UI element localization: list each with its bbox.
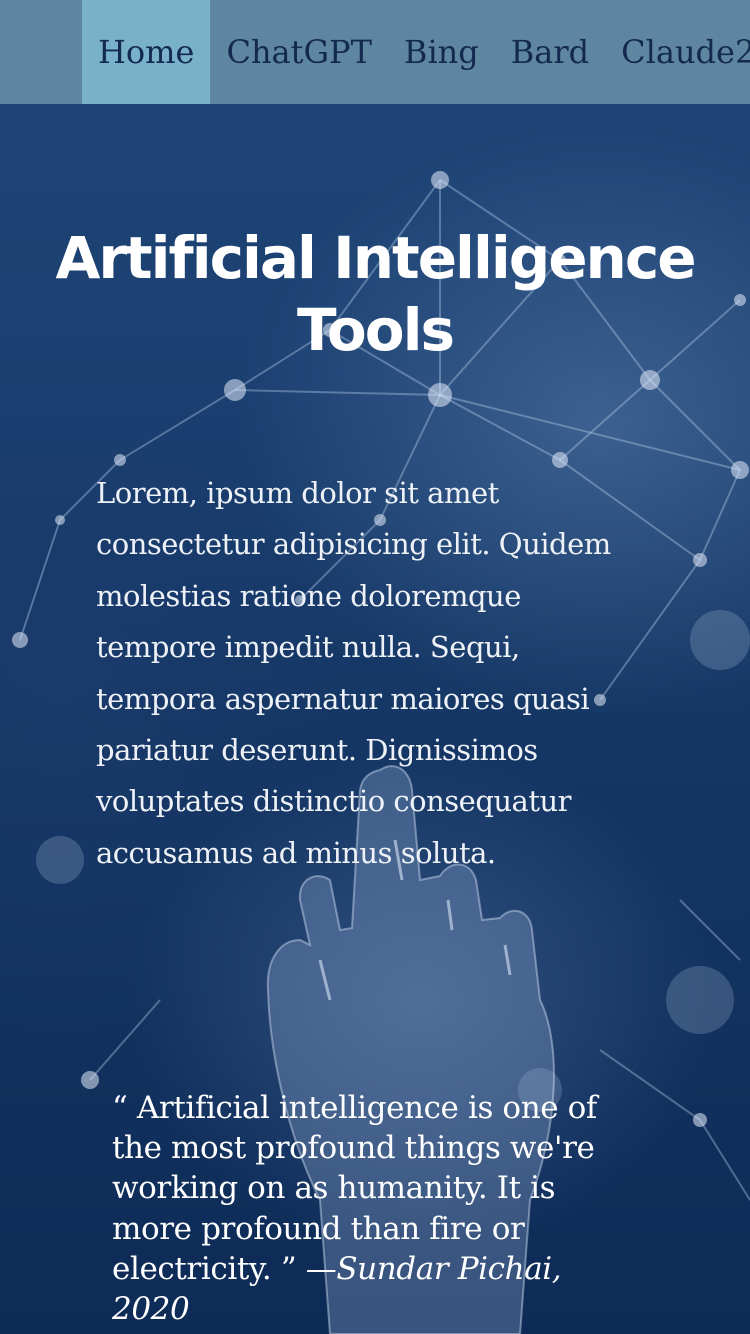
nav-item-bard[interactable]: Bard [495,0,605,104]
quote-close-mark: ” [280,1250,297,1287]
top-navigation-bar: Home ChatGPT Bing Bard Claude2 [0,0,750,104]
nav-item-home[interactable]: Home [82,0,211,104]
pichai-quote: “ Artificial intelligence is one of the … [112,1088,632,1329]
nav-menu: Home ChatGPT Bing Bard Claude2 [82,0,750,104]
nav-item-bing[interactable]: Bing [388,0,495,104]
nav-item-claude2[interactable]: Claude2 [605,0,750,104]
quote-open-mark: “ [112,1090,128,1126]
page-title-line-1: Artificial Intelligence [55,224,696,292]
page-title-line-2: Tools [297,296,455,364]
page-title: Artificial Intelligence Tools [0,222,750,366]
nav-item-chatgpt[interactable]: ChatGPT [210,0,387,104]
intro-paragraph: Lorem, ipsum dolor sit amet consectetur … [96,476,611,870]
